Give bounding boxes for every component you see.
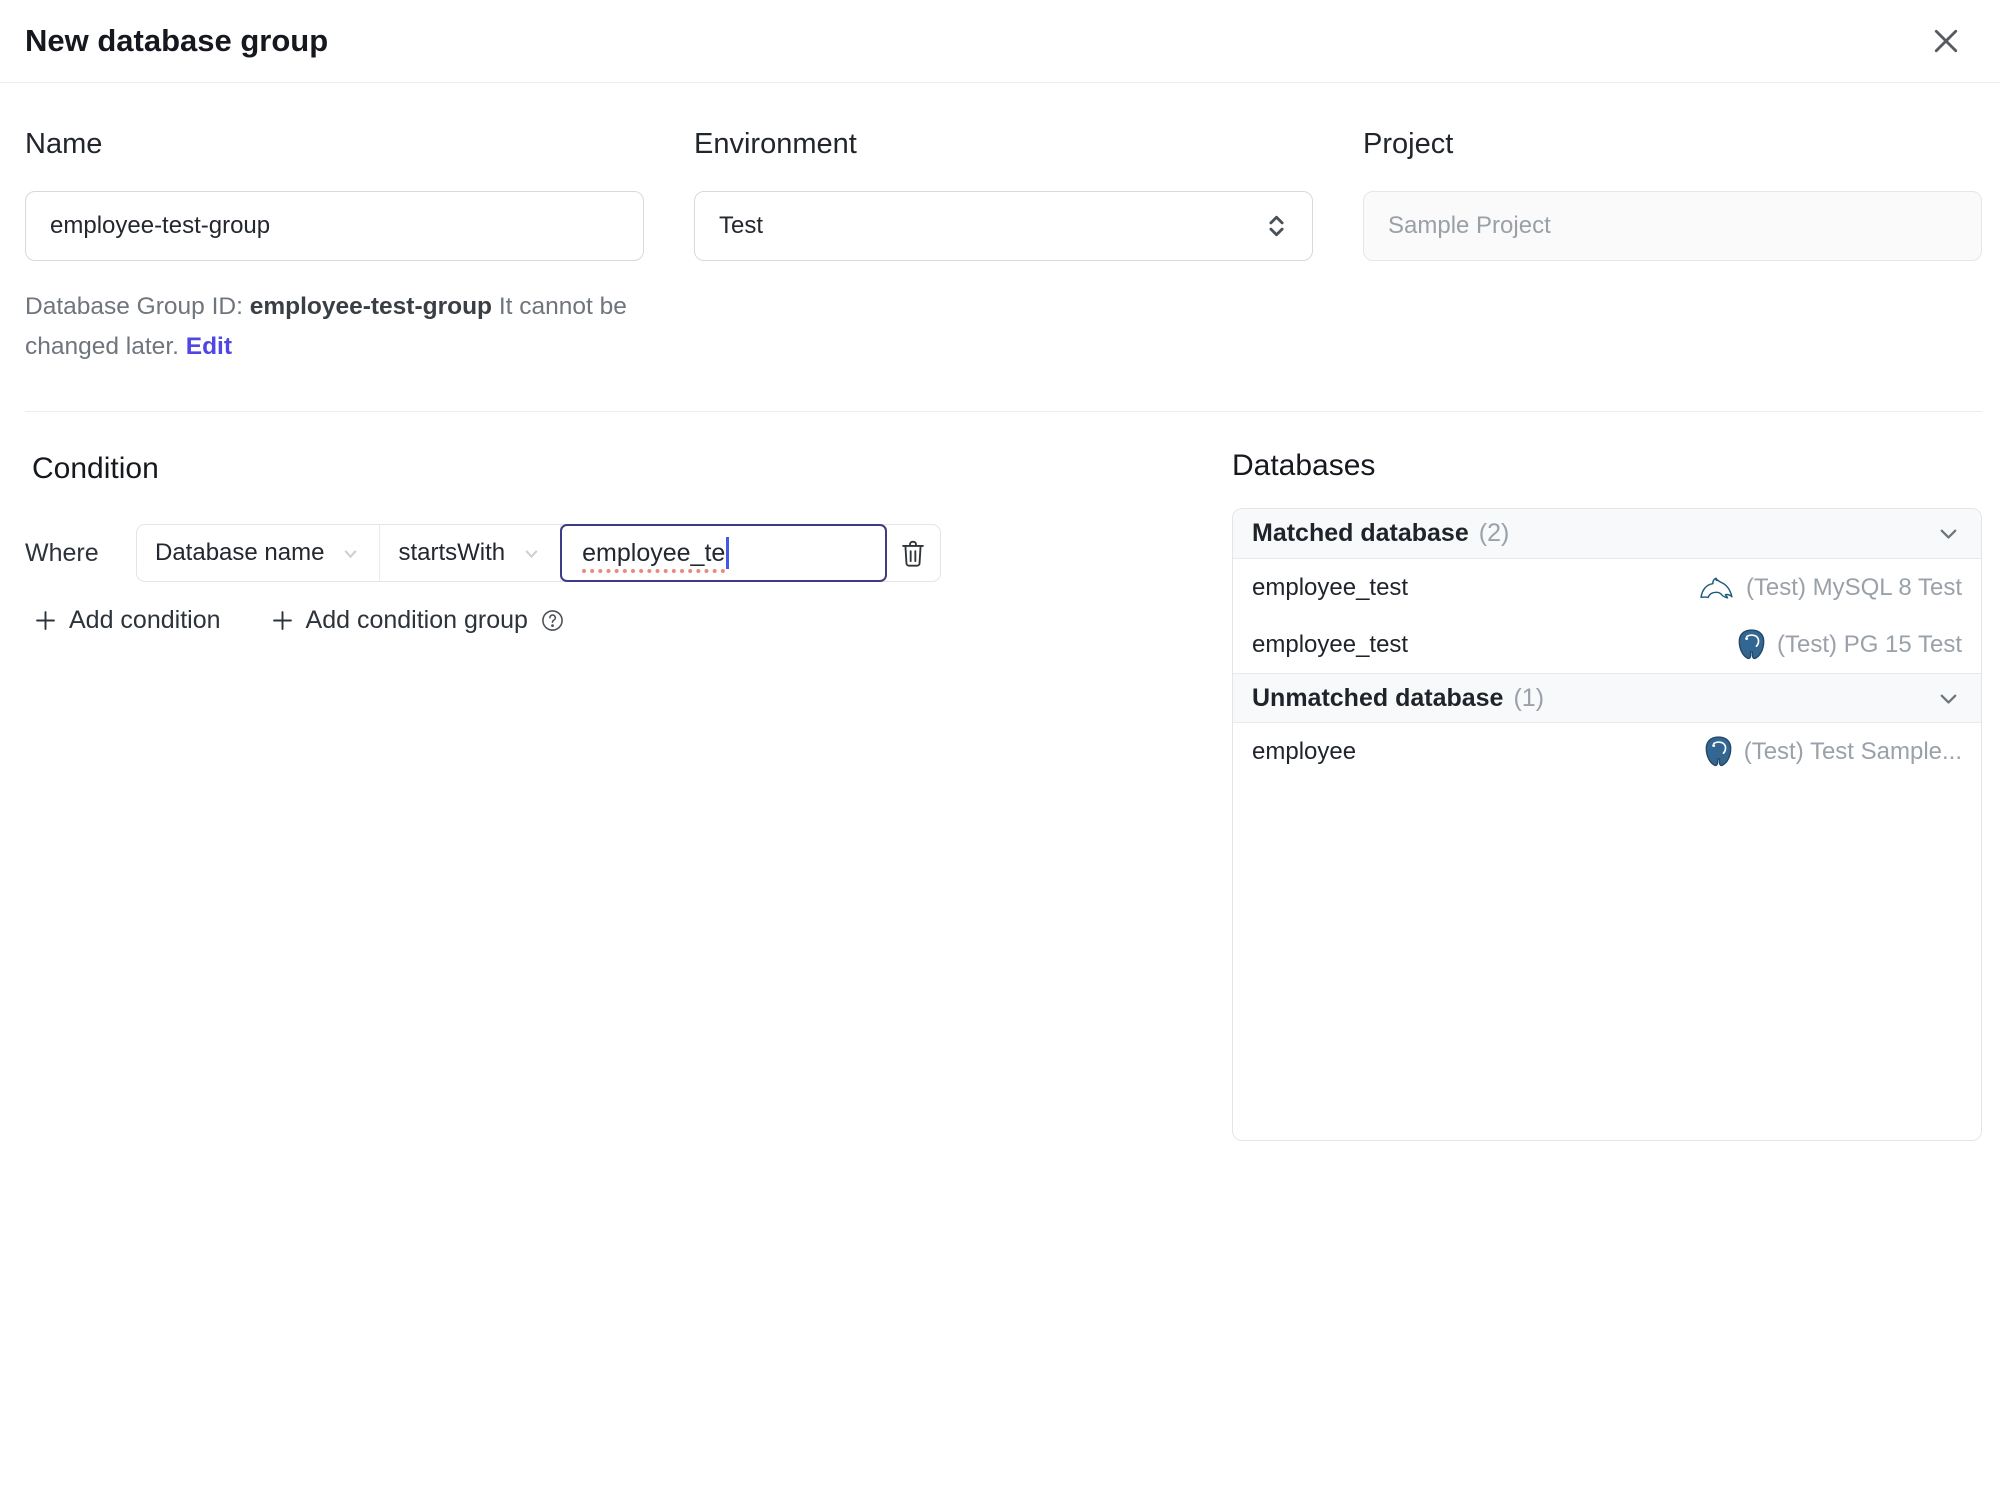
group-id-value: employee-test-group bbox=[249, 293, 493, 320]
database-name: employee bbox=[1252, 737, 1357, 765]
trash-icon bbox=[899, 538, 927, 569]
environment-field-group: Environment Test bbox=[694, 128, 1313, 261]
database-instance-label: (Test) MySQL 8 Test bbox=[1745, 573, 1962, 601]
help-icon[interactable] bbox=[540, 608, 565, 633]
group-id-hint: Database Group ID: employee-test-group I… bbox=[25, 287, 650, 367]
database-instance: (Test) Test Sample... bbox=[1703, 735, 1962, 768]
database-instance: (Test) MySQL 8 Test bbox=[1699, 574, 1962, 602]
text-caret bbox=[726, 537, 729, 569]
close-icon bbox=[1928, 23, 1964, 59]
chevron-down-icon bbox=[521, 543, 542, 564]
databases-section: Databases Matched database (2) employee_… bbox=[1232, 412, 1982, 1141]
condition-value-input[interactable]: employee_te bbox=[560, 524, 888, 582]
condition-factor-select[interactable]: Database name bbox=[137, 525, 381, 581]
database-name: employee_test bbox=[1252, 630, 1409, 658]
form-fields: Name Environment Test Project bbox=[0, 83, 2000, 261]
environment-select[interactable]: Test bbox=[694, 191, 1313, 261]
matched-database-header[interactable]: Matched database (2) bbox=[1233, 509, 1981, 559]
close-button[interactable] bbox=[1924, 19, 1968, 63]
project-label: Project bbox=[1363, 128, 1454, 160]
delete-condition-button[interactable] bbox=[886, 525, 940, 581]
database-instance: (Test) PG 15 Test bbox=[1736, 628, 1962, 661]
condition-value-text: employee_te bbox=[582, 538, 726, 567]
environment-value: Test bbox=[719, 212, 764, 239]
condition-expression-group: Database name startsWith employee_te bbox=[136, 524, 942, 582]
add-condition-button[interactable]: Add condition bbox=[32, 606, 221, 635]
edit-id-link[interactable]: Edit bbox=[186, 333, 232, 360]
unmatched-database-title: Unmatched database bbox=[1252, 683, 1504, 712]
database-instance-label: (Test) PG 15 Test bbox=[1777, 630, 1962, 658]
condition-section: Condition Where Database name startsWith bbox=[0, 412, 1232, 635]
chevron-down-icon bbox=[1935, 520, 1962, 547]
database-instance-label: (Test) Test Sample... bbox=[1743, 737, 1962, 765]
condition-factor-value: Database name bbox=[155, 539, 325, 566]
database-row[interactable]: employee (Test) Test Sample... bbox=[1233, 723, 1981, 780]
database-row[interactable]: employee_test (Test) MySQL 8 Test bbox=[1233, 559, 1981, 616]
databases-panel: Matched database (2) employee_test (Test… bbox=[1232, 508, 1982, 1141]
chevron-down-icon bbox=[1935, 685, 1962, 712]
lower-content: Condition Where Database name startsWith bbox=[0, 412, 2000, 1141]
where-label: Where bbox=[25, 538, 99, 567]
postgres-icon bbox=[1703, 735, 1734, 768]
plus-icon bbox=[269, 607, 296, 634]
mysql-icon bbox=[1699, 574, 1736, 601]
chevron-down-icon bbox=[340, 543, 361, 564]
matched-database-count: (2) bbox=[1478, 519, 1510, 547]
dialog-header: New database group bbox=[0, 0, 2000, 83]
condition-operator-value: startsWith bbox=[398, 539, 506, 566]
unmatched-database-header[interactable]: Unmatched database (1) bbox=[1233, 673, 1981, 723]
matched-database-title: Matched database bbox=[1252, 519, 1469, 547]
condition-row: Where Database name startsWith employee_… bbox=[25, 524, 1232, 582]
group-id-hint-prefix: Database Group ID: bbox=[25, 293, 250, 320]
databases-heading: Databases bbox=[1232, 449, 1376, 482]
project-input bbox=[1363, 191, 1982, 261]
database-row[interactable]: employee_test (Test) PG 15 Test bbox=[1233, 616, 1981, 673]
environment-label: Environment bbox=[694, 128, 857, 160]
name-field-group: Name bbox=[25, 128, 644, 261]
chevron-up-down-icon bbox=[1263, 211, 1290, 241]
name-input[interactable] bbox=[25, 191, 644, 261]
postgres-icon bbox=[1736, 628, 1767, 661]
add-condition-group-label: Add condition group bbox=[305, 606, 528, 634]
condition-heading: Condition bbox=[32, 452, 159, 485]
condition-operator-select[interactable]: startsWith bbox=[380, 525, 562, 581]
add-condition-group-button[interactable]: Add condition group bbox=[269, 606, 565, 635]
dialog-title: New database group bbox=[25, 23, 329, 58]
project-field-group: Project bbox=[1363, 128, 1982, 261]
plus-icon bbox=[32, 607, 59, 634]
unmatched-database-count: (1) bbox=[1513, 683, 1545, 712]
add-condition-label: Add condition bbox=[69, 606, 221, 634]
database-name: employee_test bbox=[1252, 573, 1409, 601]
name-label: Name bbox=[25, 128, 103, 160]
condition-actions: Add condition Add condition group bbox=[32, 606, 1232, 635]
